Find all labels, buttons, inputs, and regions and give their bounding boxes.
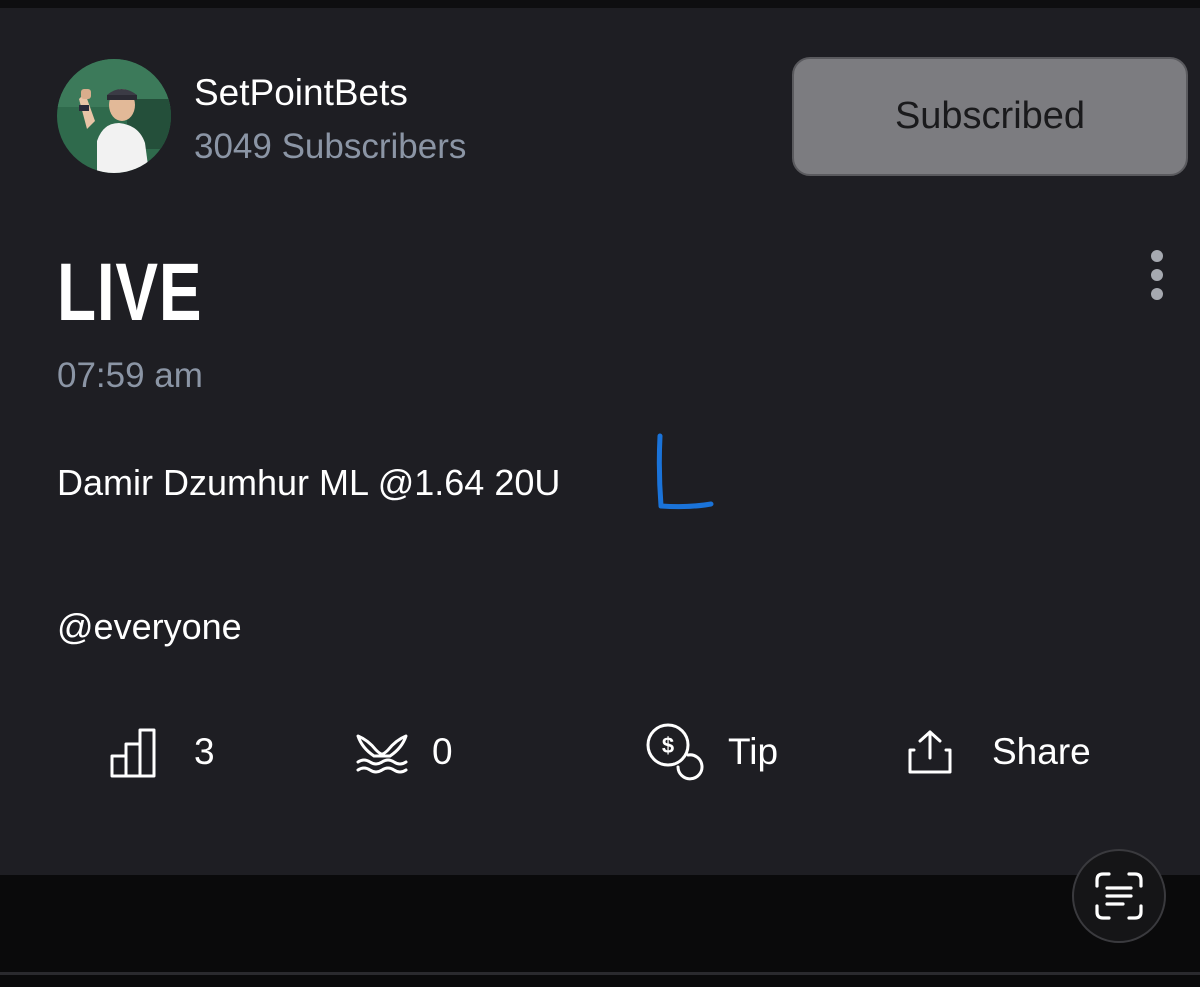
- avatar-photo: [57, 59, 171, 173]
- loss-mark-l: [656, 433, 714, 510]
- share-icon: [908, 730, 952, 774]
- whale-action[interactable]: 0: [354, 722, 453, 782]
- kebab-dot: [1151, 269, 1163, 281]
- whale-count: 0: [432, 731, 453, 772]
- text-scan-button[interactable]: [1072, 849, 1166, 943]
- kebab-menu-icon[interactable]: [1140, 250, 1174, 304]
- share-label: Share: [992, 731, 1091, 772]
- dollar-coin-icon: $: [646, 723, 704, 781]
- tip-label: Tip: [728, 731, 779, 772]
- kebab-dot: [1151, 288, 1163, 300]
- bottom-tail: [0, 975, 1200, 987]
- views-count: 3: [194, 731, 215, 772]
- screen: SetPointBets 3049 Subscribers Subscribed…: [0, 0, 1200, 987]
- text-scan-icon: [1095, 872, 1143, 920]
- channel-name[interactable]: SetPointBets: [194, 72, 408, 114]
- tip-action[interactable]: $ Tip: [644, 722, 778, 782]
- bottom-bar: [0, 875, 1200, 972]
- top-strip: [0, 0, 1200, 8]
- bar-chart-icon: [110, 728, 156, 778]
- views-action[interactable]: 3: [108, 722, 215, 782]
- bet-line: Damir Dzumhur ML @1.64 20U: [57, 462, 561, 503]
- post-time: 07:59 am: [57, 356, 203, 395]
- mention-everyone: @everyone: [57, 606, 242, 647]
- share-action[interactable]: Share: [906, 722, 1091, 782]
- subscriber-count: 3049 Subscribers: [194, 127, 467, 166]
- whale-tail-icon: [356, 734, 408, 774]
- post-title: LIVE: [57, 247, 203, 338]
- kebab-dot: [1151, 250, 1163, 262]
- channel-avatar[interactable]: [57, 59, 171, 173]
- subscribed-button[interactable]: Subscribed: [792, 57, 1188, 176]
- svg-text:$: $: [662, 733, 674, 758]
